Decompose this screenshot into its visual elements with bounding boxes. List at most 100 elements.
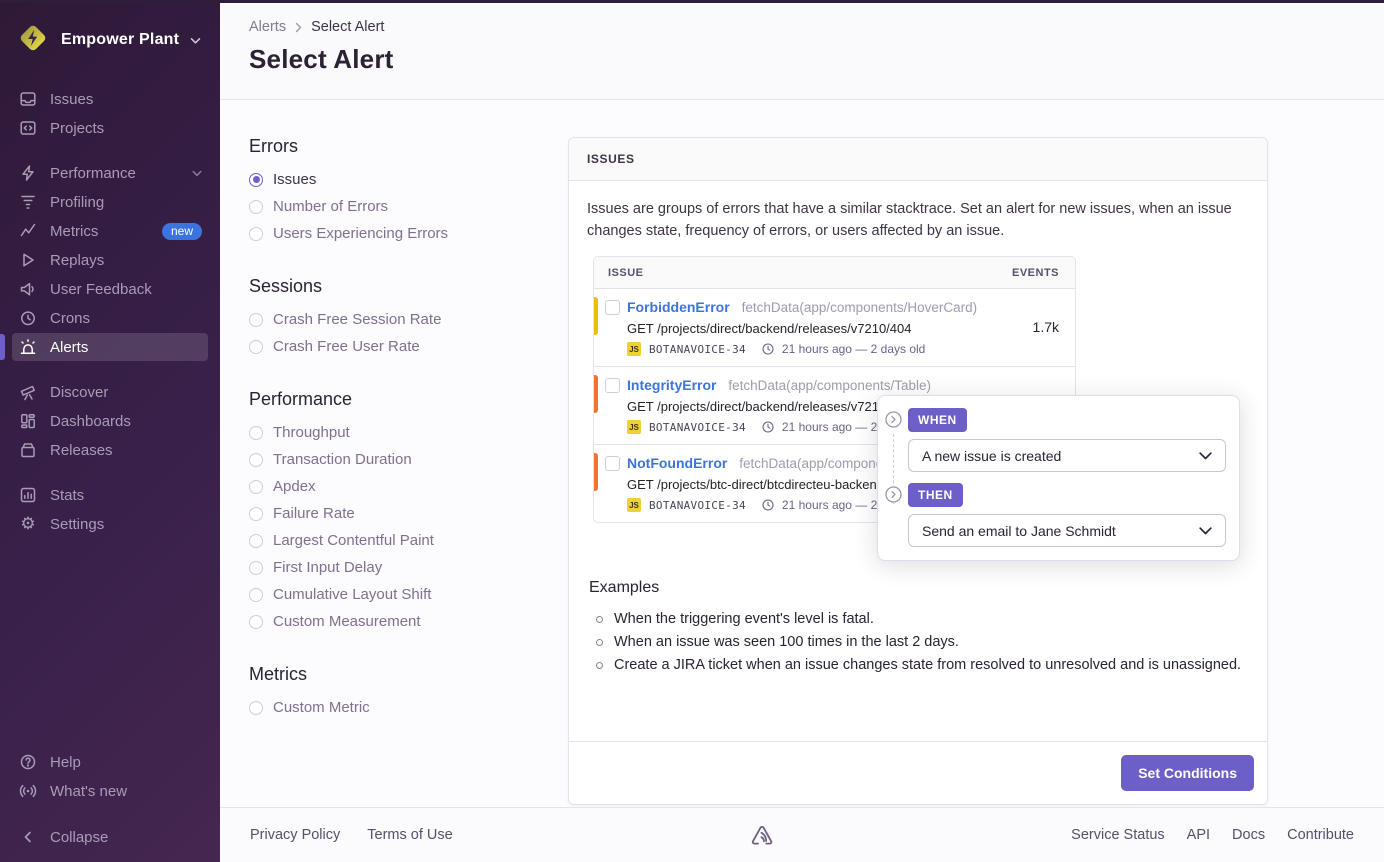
option-issues[interactable]: Issues [249, 166, 549, 193]
gear-icon: ⚙ [18, 515, 38, 533]
breadcrumb-alerts[interactable]: Alerts [249, 19, 286, 35]
issue-link[interactable]: NotFoundError [627, 455, 727, 471]
sidebar-item-label: Projects [50, 120, 104, 137]
sidebar-item-help[interactable]: Help [12, 748, 208, 776]
javascript-platform-icon: JS [627, 342, 641, 356]
sidebar-nav: Issues Projects Performance [0, 85, 220, 538]
examples-section: Examples When the triggering event's lev… [589, 579, 1249, 677]
sidebar-item-whats-new[interactable]: What's new [12, 777, 208, 805]
sidebar-item-crons[interactable]: Crons [12, 304, 208, 332]
row-checkbox[interactable] [605, 456, 620, 471]
option-number-of-errors[interactable]: Number of Errors [249, 193, 549, 220]
option-custom-metric[interactable]: Custom Metric [249, 694, 549, 721]
issue-short-id: BOTANAVOICE-34 [649, 421, 746, 434]
breadcrumb-current: Select Alert [311, 19, 384, 35]
radio-icon [249, 426, 263, 440]
option-custom-measurement[interactable]: Custom Measurement [249, 608, 549, 635]
sentry-org-logo [16, 21, 50, 59]
then-badge: THEN [908, 483, 963, 507]
sidebar-item-label: Dashboards [50, 413, 131, 430]
dashboards-icon [18, 412, 38, 430]
column-events: EVENTS [1012, 267, 1059, 279]
group-heading: Errors [249, 136, 549, 157]
option-failure-rate[interactable]: Failure Rate [249, 500, 549, 527]
issue-message: GET /projects/direct/backend/releases/v7… [627, 319, 1005, 338]
sidebar-item-replays[interactable]: Replays [12, 246, 208, 274]
option-largest-contentful-paint[interactable]: Largest Contentful Paint [249, 527, 549, 554]
row-checkbox[interactable] [605, 378, 620, 393]
javascript-platform-icon: JS [627, 498, 641, 512]
option-cumulative-layout-shift[interactable]: Cumulative Layout Shift [249, 581, 549, 608]
docs-link[interactable]: Docs [1232, 827, 1265, 843]
service-status-link[interactable]: Service Status [1071, 827, 1165, 843]
option-crash-free-session-rate[interactable]: Crash Free Session Rate [249, 306, 549, 333]
terms-of-use-link[interactable]: Terms of Use [367, 827, 452, 843]
sidebar-item-projects[interactable]: Projects [12, 114, 208, 142]
option-transaction-duration[interactable]: Transaction Duration [249, 446, 549, 473]
option-label: Issues [273, 171, 316, 188]
sidebar-collapse-button[interactable]: Collapse [12, 823, 208, 851]
when-badge: WHEN [908, 408, 967, 432]
issue-link[interactable]: ForbiddenError [627, 299, 730, 315]
org-name: Empower Plant [61, 31, 179, 49]
sidebar-item-label: Discover [50, 384, 108, 401]
radio-icon [249, 340, 263, 354]
sidebar-item-performance[interactable]: Performance [12, 159, 208, 187]
table-row[interactable]: ForbiddenError fetchData(app/components/… [594, 289, 1075, 367]
clock-icon [762, 499, 774, 511]
sidebar-item-user-feedback[interactable]: User Feedback [12, 275, 208, 303]
circled-chevron-icon [878, 408, 908, 472]
issue-short-id: BOTANAVOICE-34 [649, 343, 746, 356]
sidebar-item-label: Settings [50, 516, 104, 533]
org-switcher[interactable]: Empower Plant [0, 0, 220, 69]
option-group-metrics: Metrics Custom Metric [249, 664, 549, 721]
option-throughput[interactable]: Throughput [249, 419, 549, 446]
sidebar-item-stats[interactable]: Stats [12, 481, 208, 509]
row-checkbox[interactable] [605, 300, 620, 315]
option-label: Custom Measurement [273, 613, 421, 630]
option-label: Number of Errors [273, 198, 388, 215]
option-group-errors: Errors Issues Number of Errors Users Exp… [249, 136, 549, 247]
sidebar-item-label: Metrics [50, 223, 98, 240]
sidebar-item-metrics[interactable]: Metrics new [12, 217, 208, 245]
broadcast-icon [18, 782, 38, 800]
sidebar-item-alerts[interactable]: Alerts [12, 333, 208, 361]
option-label: Users Experiencing Errors [273, 225, 448, 242]
contribute-link[interactable]: Contribute [1287, 827, 1354, 843]
examples-title: Examples [589, 579, 1249, 597]
sidebar-item-dashboards[interactable]: Dashboards [12, 407, 208, 435]
sidebar-item-discover[interactable]: Discover [12, 378, 208, 406]
option-crash-free-user-rate[interactable]: Crash Free User Rate [249, 333, 549, 360]
option-users-experiencing-errors[interactable]: Users Experiencing Errors [249, 220, 549, 247]
sidebar-item-settings[interactable]: ⚙ Settings [12, 510, 208, 538]
sidebar-item-profiling[interactable]: Profiling [12, 188, 208, 216]
option-label: Transaction Duration [273, 451, 412, 468]
issue-link[interactable]: IntegrityError [627, 377, 716, 393]
then-row: THEN Send an email to Jane Schmidt [878, 483, 1239, 547]
group-heading: Sessions [249, 276, 549, 297]
archive-icon [18, 441, 38, 459]
level-indicator-error [594, 453, 598, 491]
clock-icon [762, 421, 774, 433]
api-link[interactable]: API [1187, 827, 1210, 843]
set-conditions-button[interactable]: Set Conditions [1121, 755, 1254, 791]
privacy-policy-link[interactable]: Privacy Policy [250, 827, 340, 843]
sidebar-item-label: Help [50, 754, 81, 771]
option-label: Crash Free Session Rate [273, 311, 441, 328]
sidebar-item-releases[interactable]: Releases [12, 436, 208, 464]
sentry-logo-icon[interactable] [453, 822, 1072, 849]
panel-header: ISSUES [569, 138, 1267, 181]
when-condition-select[interactable]: A new issue is created [908, 439, 1226, 472]
option-apdex[interactable]: Apdex [249, 473, 549, 500]
top-accent-strip [0, 0, 1384, 3]
option-label: Cumulative Layout Shift [273, 586, 431, 603]
sidebar-item-issues[interactable]: Issues [12, 85, 208, 113]
option-label: Throughput [273, 424, 350, 441]
radio-icon [249, 313, 263, 327]
events-count: 1.7k [1005, 319, 1059, 335]
chevron-down-icon [1199, 527, 1212, 535]
option-label: Custom Metric [273, 699, 370, 716]
group-heading: Metrics [249, 664, 549, 685]
option-first-input-delay[interactable]: First Input Delay [249, 554, 549, 581]
then-action-select[interactable]: Send an email to Jane Schmidt [908, 514, 1226, 547]
